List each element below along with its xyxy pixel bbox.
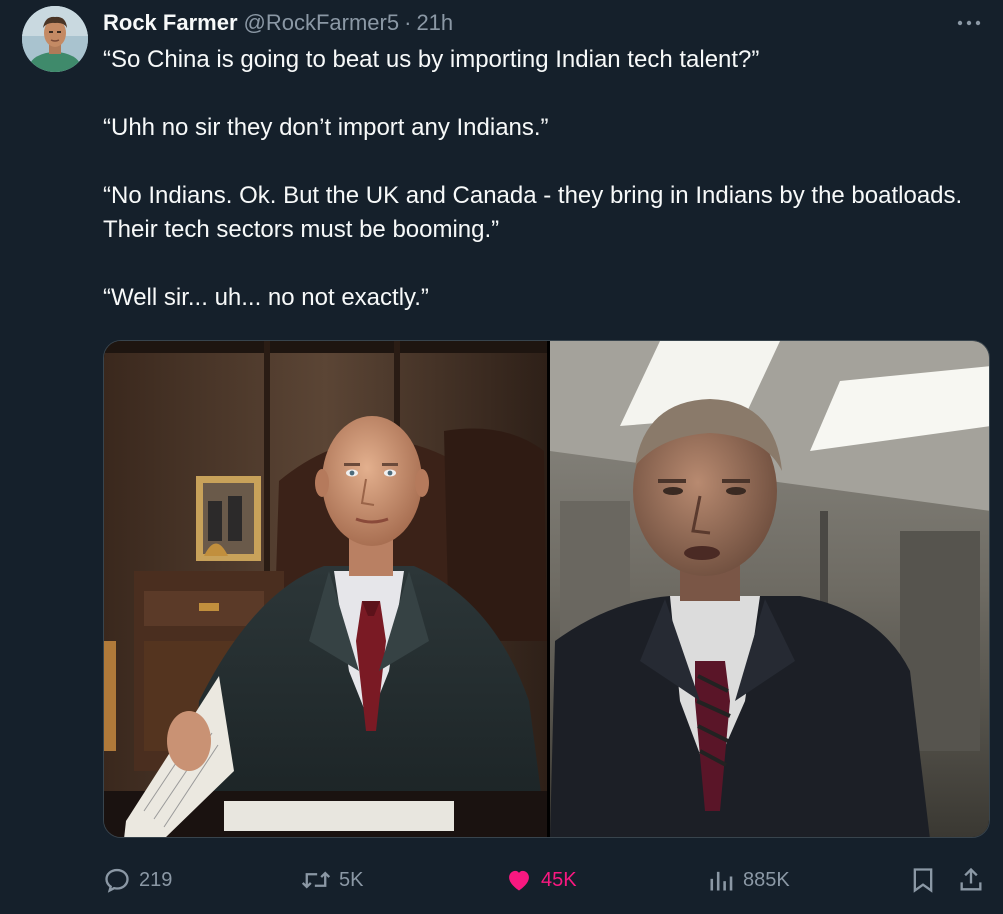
bookmark-icon bbox=[913, 868, 933, 893]
share-button[interactable] bbox=[957, 860, 993, 900]
share-icon bbox=[960, 867, 982, 891]
timestamp[interactable]: 21h bbox=[416, 10, 453, 36]
avatar[interactable] bbox=[22, 6, 88, 72]
tweet: Rock Farmer @RockFarmer5 · 21h “So China… bbox=[0, 0, 1003, 914]
repost-count: 5K bbox=[339, 868, 364, 891]
reply-button[interactable]: 219 bbox=[103, 860, 172, 900]
left-photo[interactable] bbox=[104, 341, 547, 837]
like-button[interactable]: 45K bbox=[505, 860, 577, 900]
more-options-button[interactable] bbox=[953, 8, 985, 38]
display-name[interactable]: Rock Farmer bbox=[103, 10, 238, 36]
heart-icon bbox=[509, 870, 529, 891]
more-icon bbox=[957, 20, 981, 26]
right-photo[interactable] bbox=[550, 341, 989, 837]
views-count: 885K bbox=[743, 868, 790, 891]
tweet-paragraph: “Well sir... uh... no not exactly.” bbox=[103, 284, 429, 311]
reply-icon bbox=[105, 868, 129, 893]
action-bar: 219 5K 45K 885K bbox=[103, 860, 990, 900]
left-photo-image bbox=[104, 341, 547, 837]
like-count: 45K bbox=[541, 868, 577, 891]
repost-icon bbox=[301, 871, 331, 889]
media-grid bbox=[103, 340, 990, 838]
avatar-image bbox=[22, 6, 88, 72]
header-separator: · bbox=[404, 10, 412, 35]
tweet-header: Rock Farmer @RockFarmer5 · 21h bbox=[103, 8, 453, 38]
reply-count: 219 bbox=[139, 868, 173, 891]
tweet-text: “So China is going to beat us by importi… bbox=[103, 43, 963, 349]
user-handle[interactable]: @RockFarmer5 bbox=[244, 10, 400, 36]
bookmark-button[interactable] bbox=[909, 860, 945, 900]
views-icon bbox=[710, 871, 733, 891]
right-photo-image bbox=[550, 341, 989, 837]
views-button[interactable]: 885K bbox=[707, 860, 790, 900]
tweet-paragraph: “Uhh no sir they don’t import any Indian… bbox=[103, 114, 549, 141]
tweet-paragraph: “So China is going to beat us by importi… bbox=[103, 46, 760, 73]
tweet-paragraph: “No Indians. Ok. But the UK and Canada -… bbox=[103, 182, 963, 243]
repost-button[interactable]: 5K bbox=[301, 860, 363, 900]
